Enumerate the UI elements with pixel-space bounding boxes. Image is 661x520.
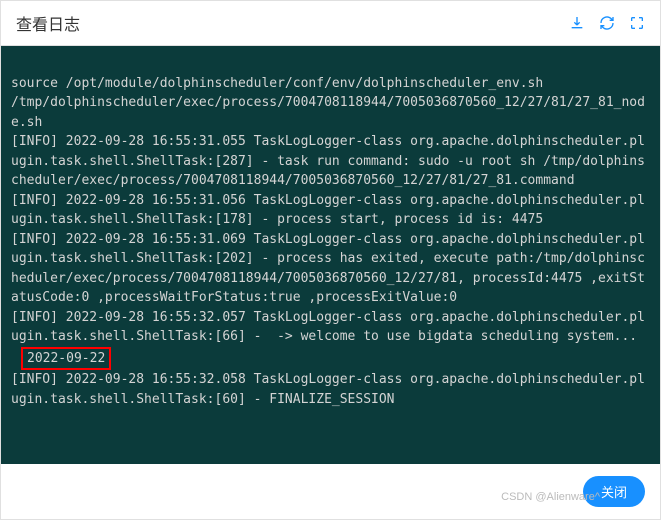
log-line: [INFO] 2022-09-28 16:55:32.057 TaskLogLo… <box>11 310 645 345</box>
refresh-icon[interactable] <box>599 15 615 31</box>
modal-footer: CSDN @Alienware^ 关闭 <box>1 464 660 519</box>
log-line: [INFO] 2022-09-28 16:55:31.056 TaskLogLo… <box>11 193 645 228</box>
modal-header: 查看日志 <box>1 1 660 46</box>
log-line: source /opt/module/dolphinscheduler/conf… <box>11 76 543 91</box>
modal-title: 查看日志 <box>16 11 80 35</box>
log-modal: 查看日志 source /opt/module/dolphinscheduler… <box>0 0 661 520</box>
log-content[interactable]: source /opt/module/dolphinscheduler/conf… <box>1 46 660 464</box>
log-line: [INFO] 2022-09-28 16:55:31.069 TaskLogLo… <box>11 232 645 306</box>
fullscreen-icon[interactable] <box>629 15 645 31</box>
log-line: /tmp/dolphinscheduler/exec/process/70047… <box>11 95 645 130</box>
watermark: CSDN @Alienware^ <box>501 491 600 503</box>
log-line: [INFO] 2022-09-28 16:55:32.058 TaskLogLo… <box>11 372 645 407</box>
highlighted-date: 2022-09-22 <box>21 347 111 371</box>
header-actions <box>569 15 645 31</box>
download-icon[interactable] <box>569 15 585 31</box>
log-line: [INFO] 2022-09-28 16:55:31.055 TaskLogLo… <box>11 134 645 188</box>
